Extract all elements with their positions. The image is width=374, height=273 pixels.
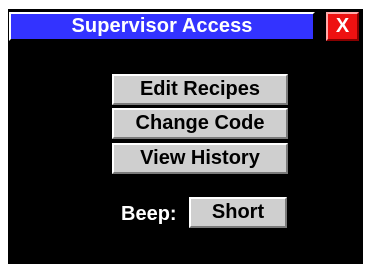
screen: Supervisor Access X Edit Recipes Change … [0, 0, 374, 273]
beep-setting-value: Short [211, 201, 265, 223]
close-button[interactable]: X [326, 12, 359, 41]
view-history-label: View History [140, 147, 260, 169]
page-title: Supervisor Access [9, 12, 315, 41]
edit-recipes-label: Edit Recipes [139, 78, 261, 100]
title-text: Supervisor Access [71, 15, 253, 37]
supervisor-access-panel: Supervisor Access X Edit Recipes Change … [8, 9, 363, 264]
change-code-button[interactable]: Change Code [112, 108, 288, 139]
close-icon: X [335, 15, 350, 37]
beep-label: Beep: [121, 203, 177, 225]
edit-recipes-button[interactable]: Edit Recipes [112, 74, 288, 105]
change-code-label: Change Code [135, 112, 265, 134]
view-history-button[interactable]: View History [112, 143, 288, 174]
beep-setting-button[interactable]: Short [189, 197, 287, 228]
